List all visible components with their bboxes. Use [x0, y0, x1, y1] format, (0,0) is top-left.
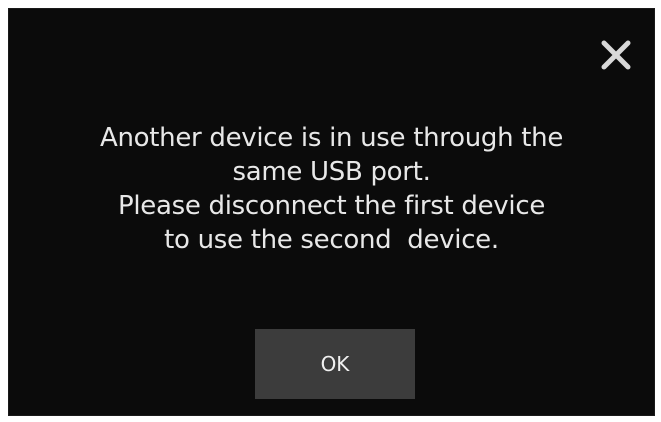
usb-conflict-dialog: Another device is in use through the sam… [8, 8, 655, 416]
message-line-1: Another device is in use through the [99, 123, 564, 153]
dialog-message: Another device is in use through the sam… [9, 121, 654, 257]
close-icon [601, 40, 631, 70]
message-line-3: Please disconnect the first device [117, 191, 546, 221]
message-line-4: to use the second device. [164, 225, 499, 255]
close-button[interactable] [598, 37, 634, 73]
ok-button[interactable]: OK [255, 329, 415, 399]
message-line-2: same USB port. [232, 157, 431, 187]
